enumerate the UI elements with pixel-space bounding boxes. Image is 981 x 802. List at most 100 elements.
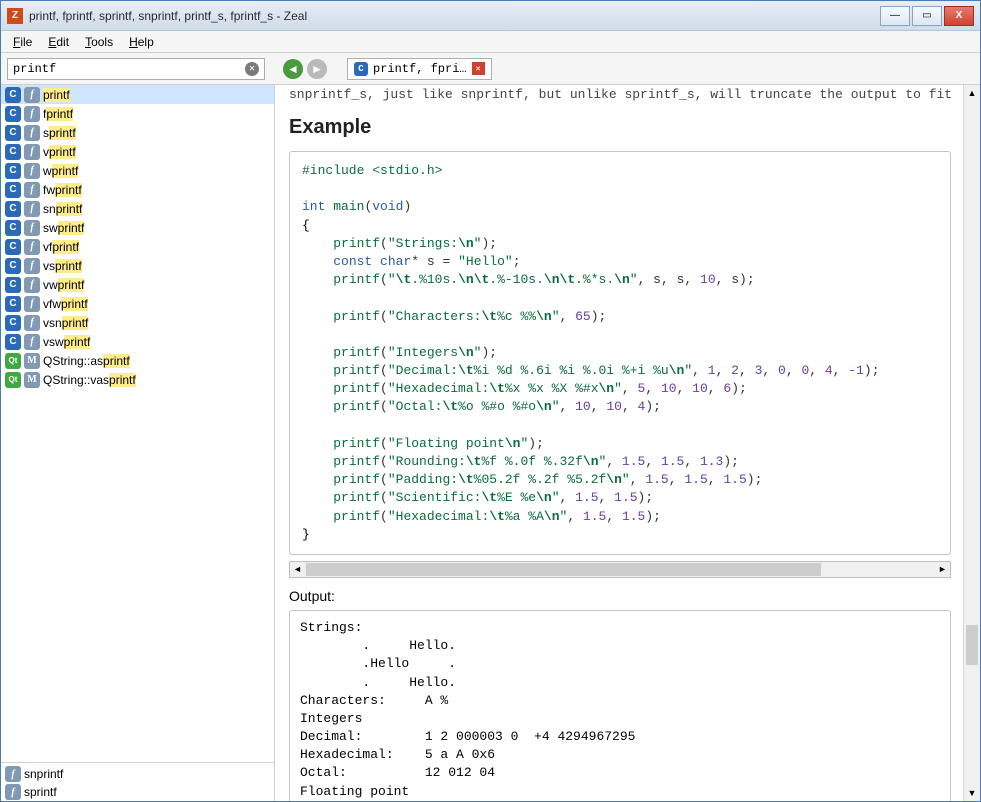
- document-view: snprintf_s, just like snprintf, but unli…: [275, 85, 963, 801]
- code-example: #include <stdio.h> int main(void) { prin…: [289, 151, 951, 555]
- result-label: vsprintf: [43, 259, 82, 273]
- scrollbar-thumb[interactable]: [306, 563, 821, 576]
- search-result-item[interactable]: fsprintf: [1, 783, 274, 801]
- search-result-item[interactable]: Cfvprintf: [1, 142, 274, 161]
- m-badge-icon: M: [24, 353, 40, 369]
- scroll-up-icon[interactable]: ▲: [964, 85, 980, 101]
- search-result-item[interactable]: Cfsnprintf: [1, 199, 274, 218]
- maximize-button[interactable]: ▭: [912, 6, 942, 26]
- f-badge-icon: f: [24, 315, 40, 331]
- f-badge-icon: f: [24, 144, 40, 160]
- search-result-item[interactable]: Cffwprintf: [1, 180, 274, 199]
- search-result-item[interactable]: Cfvsprintf: [1, 256, 274, 275]
- f-badge-icon: f: [24, 182, 40, 198]
- sidebar: CfprintfCffprintfCfsprintfCfvprintfCfwpr…: [1, 85, 275, 801]
- c-badge-icon: C: [5, 258, 21, 274]
- nav-forward-button[interactable]: ►: [307, 59, 327, 79]
- result-label: QString::asprintf: [43, 354, 130, 368]
- result-label: vsnprintf: [43, 316, 88, 330]
- menu-help[interactable]: Help: [121, 33, 162, 51]
- qt-badge-icon: Qt: [5, 372, 21, 388]
- result-label: vwprintf: [43, 278, 84, 292]
- c-badge-icon: C: [5, 163, 21, 179]
- result-label: swprintf: [43, 221, 84, 235]
- app-window: Z printf, fprintf, sprintf, snprintf, pr…: [0, 0, 981, 802]
- scroll-right-icon[interactable]: ►: [935, 562, 950, 577]
- window-title: printf, fprintf, sprintf, snprintf, prin…: [29, 9, 880, 23]
- output-label: Output:: [289, 588, 951, 604]
- f-badge-icon: f: [24, 125, 40, 141]
- c-badge-icon: C: [5, 296, 21, 312]
- search-input[interactable]: [13, 62, 245, 76]
- result-label: printf: [43, 88, 70, 102]
- search-result-item[interactable]: QtMQString::vasprintf: [1, 370, 274, 389]
- f-badge-icon: f: [24, 296, 40, 312]
- result-label: snprintf: [43, 202, 82, 216]
- menu-file[interactable]: File: [5, 33, 40, 51]
- search-result-item[interactable]: Cffprintf: [1, 104, 274, 123]
- f-badge-icon: f: [5, 784, 21, 800]
- search-result-item[interactable]: fsnprintf: [1, 765, 274, 783]
- f-badge-icon: f: [24, 87, 40, 103]
- search-result-item[interactable]: Cfvswprintf: [1, 332, 274, 351]
- result-label: QString::vasprintf: [43, 373, 136, 387]
- c-badge-icon: C: [5, 277, 21, 293]
- f-badge-icon: f: [24, 201, 40, 217]
- doc-tab[interactable]: Cprintf, fpri…✕: [347, 58, 492, 80]
- c-badge-icon: C: [5, 87, 21, 103]
- close-button[interactable]: X: [944, 6, 974, 26]
- scroll-left-icon[interactable]: ◄: [290, 562, 305, 577]
- truncated-text: snprintf_s, just like snprintf, but unli…: [289, 85, 951, 110]
- c-badge-icon: C: [5, 182, 21, 198]
- search-result-item[interactable]: Cfswprintf: [1, 218, 274, 237]
- search-result-item[interactable]: Cfsprintf: [1, 123, 274, 142]
- f-badge-icon: f: [5, 766, 21, 782]
- search-result-item[interactable]: Cfvsnprintf: [1, 313, 274, 332]
- c-badge-icon: C: [5, 144, 21, 160]
- m-badge-icon: M: [24, 372, 40, 388]
- scroll-down-icon[interactable]: ▼: [964, 785, 980, 801]
- search-result-item[interactable]: Cfprintf: [1, 85, 274, 104]
- f-badge-icon: f: [24, 277, 40, 293]
- titlebar[interactable]: Z printf, fprintf, sprintf, snprintf, pr…: [1, 1, 980, 31]
- result-label: wprintf: [43, 164, 78, 178]
- code-horizontal-scrollbar[interactable]: ◄ ►: [289, 561, 951, 578]
- f-badge-icon: f: [24, 220, 40, 236]
- clear-search-icon[interactable]: ✕: [245, 62, 259, 76]
- app-icon: Z: [7, 8, 23, 24]
- search-result-item[interactable]: Cfvfprintf: [1, 237, 274, 256]
- f-badge-icon: f: [24, 239, 40, 255]
- c-badge-icon: C: [5, 201, 21, 217]
- window-controls: — ▭ X: [880, 6, 974, 26]
- f-badge-icon: f: [24, 106, 40, 122]
- result-label: fprintf: [43, 107, 73, 121]
- f-badge-icon: f: [24, 334, 40, 350]
- menu-tools[interactable]: Tools: [77, 33, 121, 51]
- tab-label: printf, fpri…: [373, 62, 467, 76]
- see-also-pane: fsnprintffsprintf: [1, 762, 274, 801]
- search-result-item[interactable]: QtMQString::asprintf: [1, 351, 274, 370]
- scrollbar-thumb[interactable]: [966, 625, 978, 665]
- search-box: ✕: [7, 58, 265, 80]
- result-label: vfwprintf: [43, 297, 88, 311]
- search-result-item[interactable]: Cfvwprintf: [1, 275, 274, 294]
- f-badge-icon: f: [24, 258, 40, 274]
- tab-close-icon[interactable]: ✕: [472, 62, 485, 75]
- search-result-item[interactable]: Cfvfwprintf: [1, 294, 274, 313]
- tab-strip: Cprintf, fpri…✕: [347, 58, 492, 80]
- vertical-scrollbar[interactable]: ▲ ▼: [963, 85, 980, 801]
- f-badge-icon: f: [24, 163, 40, 179]
- c-badge-icon: C: [5, 125, 21, 141]
- minimize-button[interactable]: —: [880, 6, 910, 26]
- c-badge-icon: C: [5, 220, 21, 236]
- qt-badge-icon: Qt: [5, 353, 21, 369]
- menubar: FileEditToolsHelp: [1, 31, 980, 53]
- nav-back-button[interactable]: ◄: [283, 59, 303, 79]
- result-label: fwprintf: [43, 183, 82, 197]
- search-result-item[interactable]: Cfwprintf: [1, 161, 274, 180]
- c-badge-icon: C: [5, 106, 21, 122]
- result-label: vswprintf: [43, 335, 90, 349]
- menu-edit[interactable]: Edit: [40, 33, 77, 51]
- output-box: Strings: . Hello. .Hello . . Hello. Char…: [289, 610, 951, 801]
- c-badge-icon: C: [5, 334, 21, 350]
